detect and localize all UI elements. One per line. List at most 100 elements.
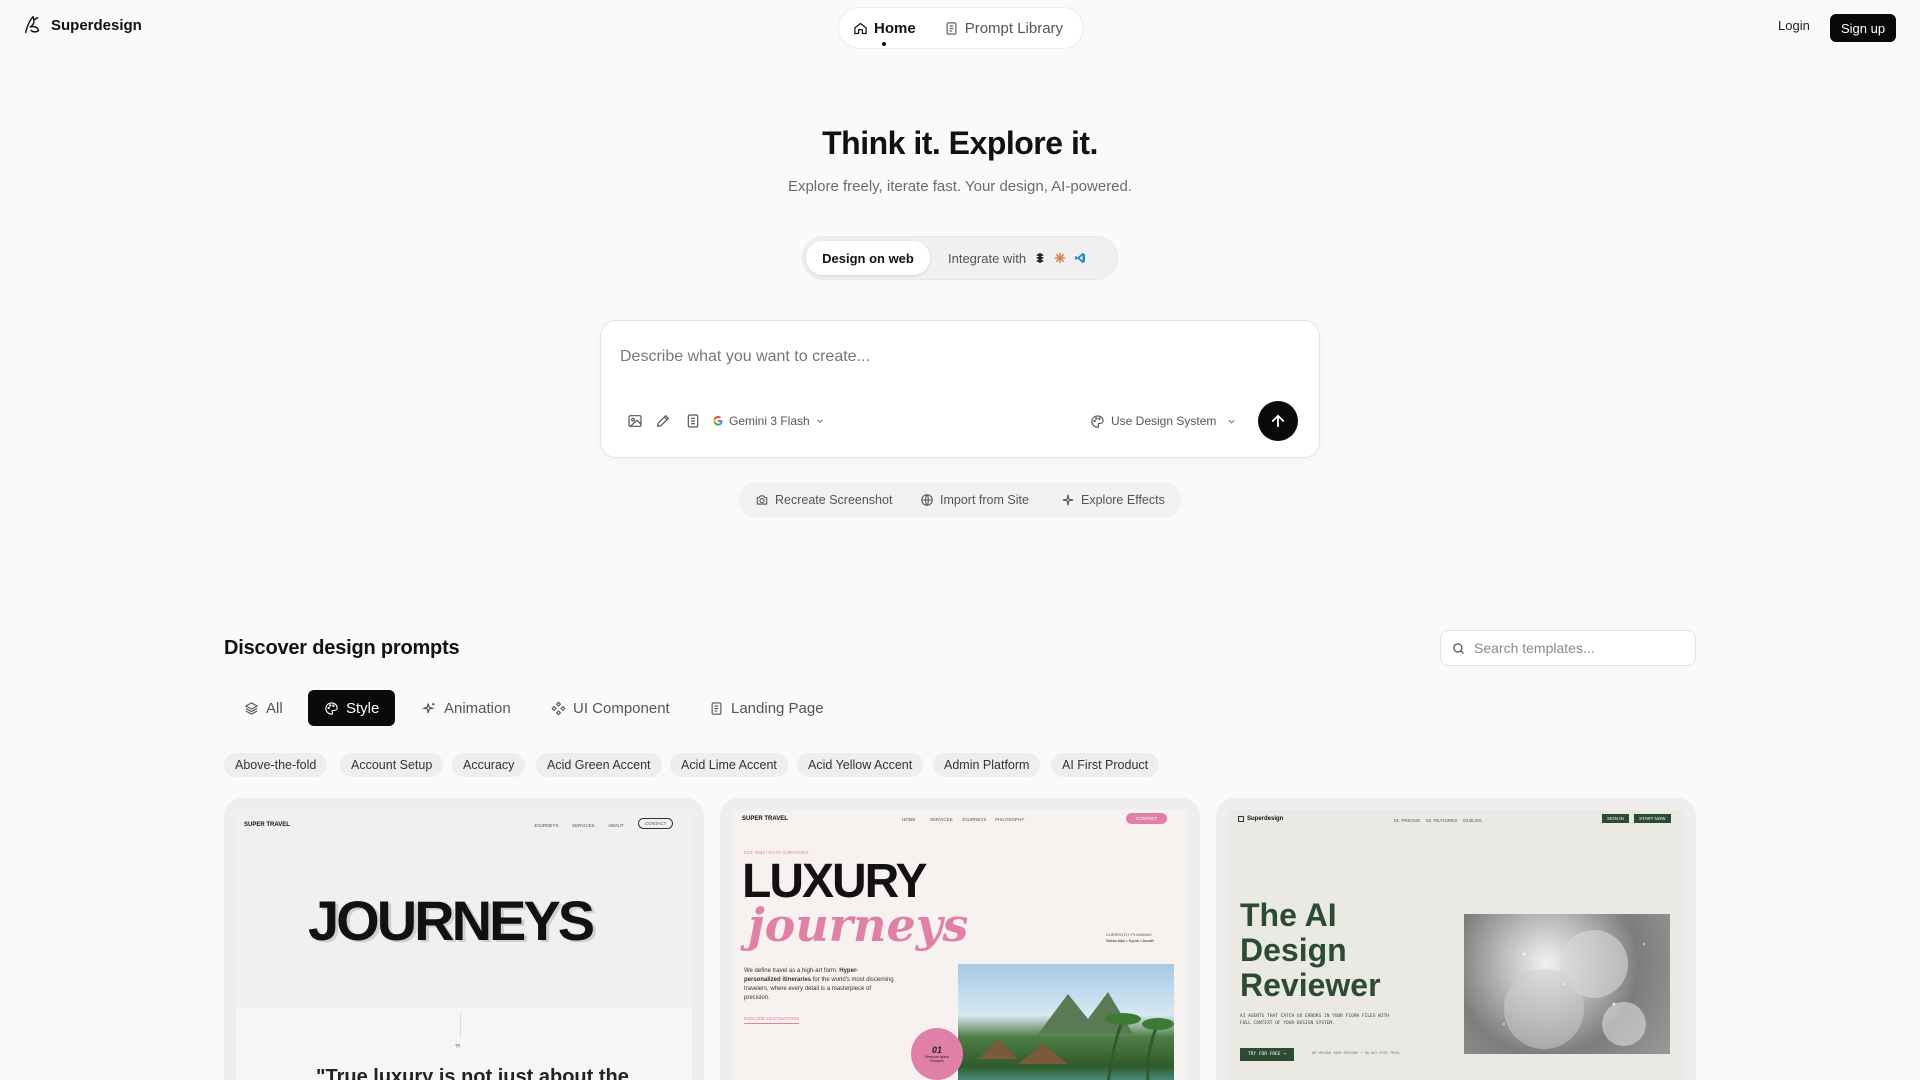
preview-nav-item: 03.BLOG (1463, 818, 1482, 823)
template-search-input[interactable] (1474, 640, 1684, 656)
tag-chip[interactable]: Account Setup (340, 753, 444, 777)
tag-chip[interactable]: AI First Product (1051, 753, 1160, 777)
main-nav: Home Prompt Library (838, 7, 1084, 49)
recreate-screenshot-button[interactable]: Recreate Screenshot (755, 482, 892, 518)
explore-effects-button[interactable]: Explore Effects (1061, 482, 1165, 518)
nav-home[interactable]: Home (853, 19, 916, 46)
hero-title: Think it. Explore it. (822, 125, 1098, 161)
preview-brand: SUPER TRAVEL (244, 822, 290, 828)
nav-prompt-library[interactable]: Prompt Library (944, 20, 1063, 37)
claude-logo-icon (1054, 252, 1066, 264)
image-icon (628, 415, 642, 427)
sparkle-icon (1062, 494, 1074, 506)
home-icon (854, 22, 867, 34)
google-icon (713, 416, 723, 426)
category-style[interactable]: Style (308, 690, 396, 726)
preview-headline: JOURNEYS (308, 889, 595, 952)
preview-nav-item: JOURNEYS (534, 823, 559, 828)
attach-file-button[interactable] (682, 410, 704, 432)
preview-brand: Superdesign (1238, 816, 1283, 822)
template-card[interactable]: SUPER TRAVEL HOME SERVICES JOURNEYS PHIL… (720, 798, 1200, 1080)
category-animation-label: Animation (444, 699, 511, 717)
preview-nav-item: SERVICES (930, 817, 953, 822)
preview-contact-button: CONTACT (638, 818, 674, 829)
nav-prompt-library-label: Prompt Library (964, 19, 1064, 37)
brand-logo[interactable]: Superdesign (22, 14, 142, 36)
camera-icon (756, 495, 768, 505)
chevron-down-icon (816, 419, 823, 423)
preview-badge: 01 Premium Island Escapes (911, 1028, 963, 1080)
template-card[interactable]: Superdesign 01. PRICING 02. FEATURES 03.… (1216, 798, 1696, 1080)
tag-chip[interactable]: Above-the-fold (224, 753, 328, 777)
nav-home-label: Home (874, 19, 916, 37)
superdesign-logo-icon (24, 16, 40, 34)
category-ui-component[interactable]: UI Component (535, 690, 686, 726)
mode-integrate-with[interactable]: Integrate with (948, 241, 1086, 275)
send-button[interactable] (1258, 401, 1298, 441)
preview-try-button: TRY FOR FREE → (1240, 1048, 1294, 1061)
import-from-site-button[interactable]: Import from Site (920, 482, 1029, 518)
category-all-label: All (266, 699, 283, 717)
document-icon (711, 701, 722, 715)
category-all[interactable]: All (228, 690, 299, 726)
design-system-label: Use Design System (1111, 414, 1217, 428)
sparkle-icon (422, 702, 435, 713)
preview-nav-item: HOME (902, 817, 916, 822)
preview-nav-item: JOURNEYS (962, 817, 987, 822)
model-selector[interactable]: Gemini 3 Flash (712, 410, 825, 432)
design-system-selector[interactable]: Use Design System (1090, 410, 1237, 432)
vscode-logo-icon (1075, 253, 1086, 263)
category-animation[interactable]: Animation (406, 690, 527, 726)
template-preview: SUPER TRAVEL HOME SERVICES JOURNEYS PHIL… (732, 810, 1188, 1080)
sketch-button[interactable] (652, 410, 674, 432)
globe-icon (921, 494, 933, 506)
discover-title: Discover design prompts (224, 637, 460, 659)
import-from-site-label: Import from Site (940, 493, 1029, 507)
abstract-glass-image (1464, 914, 1670, 1054)
preview-signin-button: SIGN IN (1602, 814, 1629, 823)
pencil-icon (656, 414, 670, 428)
palette-icon (325, 701, 338, 715)
explore-effects-label: Explore Effects (1081, 493, 1165, 507)
category-landing-page[interactable]: Landing Page (693, 690, 840, 726)
category-ui-component-label: UI Component (573, 699, 670, 717)
preview-explore-link: EXPLORE DESTINATIONS (744, 1016, 800, 1024)
document-icon (946, 21, 957, 35)
preview-body: AI AGENTS THAT CATCH UX ERRORS IN YOUR F… (1240, 1014, 1390, 1026)
tag-chip[interactable]: Acid Lime Accent (670, 753, 788, 777)
hero-subtitle: Explore freely, iterate fast. Your desig… (787, 178, 1133, 195)
prompt-input[interactable] (620, 344, 1260, 370)
layers-icon (244, 701, 259, 715)
resort-photo (958, 964, 1174, 1080)
model-label: Gemini 3 Flash (729, 414, 810, 428)
tag-chip[interactable]: Acid Yellow Accent (797, 753, 924, 777)
preview-contact-button: CONTACT (1126, 813, 1168, 824)
tag-chip[interactable]: Accuracy (452, 753, 526, 777)
mode-integrate-label: Integrate with (948, 250, 1027, 266)
template-preview: Superdesign 01. PRICING 02. FEATURES 03.… (1228, 810, 1684, 1080)
quote-icon: ❞ (455, 1043, 461, 1055)
tag-chip[interactable]: Acid Green Accent (536, 753, 662, 777)
preview-nav-item: ABOUT (608, 823, 624, 828)
preview-brand: SUPER TRAVEL (742, 816, 788, 822)
preview-aside: CURRENTLY PLANNING (1106, 932, 1152, 937)
attach-image-button[interactable] (624, 410, 646, 432)
category-style-label: Style (346, 699, 380, 717)
preview-nav-item: PHILOSOPHY (995, 817, 1025, 822)
template-search[interactable] (1440, 630, 1696, 666)
preview-nav-item: 02. FEATURES (1426, 818, 1458, 823)
palette-icon (1091, 414, 1104, 428)
preview-headline: The AI Design Reviewer (1240, 897, 1381, 1004)
signup-button[interactable]: Sign up (1830, 14, 1896, 42)
preview-aside: Swiss Alps • Kyoto • Amalfi (1106, 938, 1154, 943)
tag-chip[interactable]: Admin Platform (933, 753, 1041, 777)
login-link[interactable]: Login (1778, 18, 1810, 33)
prompt-box (600, 320, 1320, 458)
preview-quote: "True luxury is not just about the (316, 1066, 629, 1080)
component-icon (551, 700, 566, 716)
recreate-screenshot-label: Recreate Screenshot (775, 493, 893, 507)
brand-name: Superdesign (51, 16, 142, 34)
template-preview: SUPER TRAVEL JOURNEYS SERVICES ABOUT CON… (236, 810, 692, 1080)
mode-design-on-web[interactable]: Design on web (806, 241, 930, 275)
template-card[interactable]: SUPER TRAVEL JOURNEYS SERVICES ABOUT CON… (224, 798, 704, 1080)
